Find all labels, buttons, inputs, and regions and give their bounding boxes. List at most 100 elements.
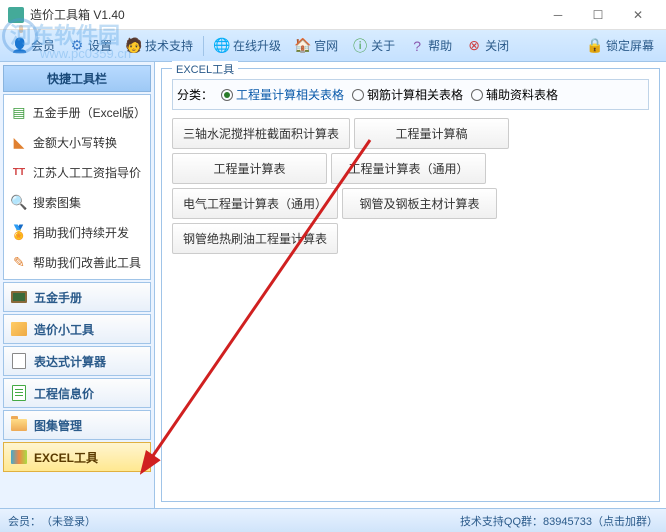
toolbar-label: 关于 — [371, 37, 395, 54]
sidebar-item-label: 帮助我们改善此工具 — [33, 254, 141, 271]
sidebar-header: 快捷工具栏 — [3, 65, 151, 92]
toolbar-close[interactable]: ⊗ 关闭 — [460, 34, 515, 57]
nav-label: 图集管理 — [34, 417, 82, 434]
nav-project-price[interactable]: 工程信息价 — [3, 378, 151, 408]
sidebar-item-label: 搜索图集 — [33, 194, 81, 211]
filter-label: 分类： — [177, 86, 213, 103]
info-icon: ⓘ — [352, 38, 368, 54]
toolbar-label: 官网 — [314, 37, 338, 54]
quick-tools-group: ▤ 五金手册（Excel版） ◣ 金额大小写转换 TT 江苏人工工资指导价 🔍 … — [3, 94, 151, 280]
sidebar-item-label: 金额大小写转换 — [33, 134, 117, 151]
board-icon — [10, 288, 28, 306]
sidebar-item-search-atlas[interactable]: 🔍 搜索图集 — [6, 187, 148, 217]
tool-button[interactable]: 工程量计算表 — [172, 153, 327, 184]
main-toolbar: 👤 会员 ⚙ 设置 🧑 技术支持 🌐 在线升级 🏠 官网 ⓘ 关于 ? 帮助 ⊗… — [0, 30, 666, 62]
toolbar-label: 锁定屏幕 — [606, 37, 654, 54]
nav-label: EXCEL工具 — [34, 449, 98, 466]
sidebar-item-donate[interactable]: 🏅 捐助我们持续开发 — [6, 217, 148, 247]
minimize-button[interactable]: ─ — [538, 1, 578, 29]
toolbar-label: 在线升级 — [233, 37, 281, 54]
filter-option-rebar[interactable]: 钢筋计算相关表格 — [352, 86, 463, 103]
close-icon: ⊗ — [466, 38, 482, 54]
ruler-icon — [10, 320, 28, 338]
sheet-icon — [10, 384, 28, 402]
gear-icon: ⚙ — [69, 38, 85, 54]
statusbar: 会员： （未登录） 技术支持QQ群：83945733（点击加群） — [0, 508, 666, 532]
tool-button[interactable]: 钢管及钢板主材计算表 — [342, 188, 497, 219]
sidebar-item-label: 江苏人工工资指导价 — [33, 164, 141, 181]
content-panel: EXCEL工具 分类： 工程量计算相关表格 钢筋计算相关表格 辅助资料表格 — [161, 68, 660, 502]
tool-button[interactable]: 工程量计算表（通用） — [331, 153, 486, 184]
nav-expression-calc[interactable]: 表达式计算器 — [3, 346, 151, 376]
toolbar-member[interactable]: 👤 会员 — [6, 34, 61, 57]
radio-icon — [221, 89, 233, 101]
support-info[interactable]: 技术支持QQ群：83945733（点击加群） — [460, 513, 658, 529]
sidebar-item-amount-convert[interactable]: ◣ 金额大小写转换 — [6, 127, 148, 157]
nav-cost-tools[interactable]: 造价小工具 — [3, 314, 151, 344]
content-area: EXCEL工具 分类： 工程量计算相关表格 钢筋计算相关表格 辅助资料表格 — [155, 62, 666, 508]
nav-label: 造价小工具 — [34, 321, 94, 338]
sidebar-nav: 五金手册 造价小工具 表达式计算器 工程信息价 图集管理 EXCEL工具 — [3, 282, 151, 474]
sidebar-item-label: 五金手册（Excel版） — [33, 104, 144, 121]
separator — [203, 36, 204, 56]
radio-label: 工程量计算相关表格 — [236, 86, 344, 103]
titlebar: 造价工具箱 V1.40 ─ ☐ ✕ — [0, 0, 666, 30]
help-icon: ? — [409, 38, 425, 54]
toolbar-help[interactable]: ? 帮助 — [403, 34, 458, 57]
calculator-icon — [10, 352, 28, 370]
nav-label: 五金手册 — [34, 289, 82, 306]
excel-icon — [10, 448, 28, 466]
window-controls: ─ ☐ ✕ — [538, 1, 658, 29]
main-area: 快捷工具栏 ▤ 五金手册（Excel版） ◣ 金额大小写转换 TT 江苏人工工资… — [0, 62, 666, 508]
app-icon — [8, 7, 24, 23]
maximize-button[interactable]: ☐ — [578, 1, 618, 29]
nav-excel-tools[interactable]: EXCEL工具 — [3, 442, 151, 472]
member-status: （未登录） — [41, 513, 96, 529]
person-icon: 👤 — [12, 38, 28, 54]
filter-option-auxiliary[interactable]: 辅助资料表格 — [471, 86, 558, 103]
sidebar-item-improve[interactable]: ✎ 帮助我们改善此工具 — [6, 247, 148, 277]
folder-icon — [10, 416, 28, 434]
nav-hardware-manual[interactable]: 五金手册 — [3, 282, 151, 312]
filter-row: 分类： 工程量计算相关表格 钢筋计算相关表格 辅助资料表格 — [172, 79, 649, 110]
home-icon: 🏠 — [295, 38, 311, 54]
sidebar-item-hardware-manual[interactable]: ▤ 五金手册（Excel版） — [6, 97, 148, 127]
toolbar-lock[interactable]: 🔒 锁定屏幕 — [581, 34, 660, 57]
radio-label: 钢筋计算相关表格 — [367, 86, 463, 103]
support-icon: 🧑 — [126, 38, 142, 54]
filter-option-quantity[interactable]: 工程量计算相关表格 — [221, 86, 344, 103]
toolbar-website[interactable]: 🏠 官网 — [289, 34, 344, 57]
sidebar-item-label: 捐助我们持续开发 — [33, 224, 129, 241]
toolbar-label: 帮助 — [428, 37, 452, 54]
book-icon: ▤ — [10, 103, 28, 121]
close-button[interactable]: ✕ — [618, 1, 658, 29]
tool-button[interactable]: 工程量计算稿 — [354, 118, 509, 149]
tool-button[interactable]: 三轴水泥搅拌桩截面积计算表 — [172, 118, 350, 149]
pencil-icon: ✎ — [10, 253, 28, 271]
panel-title: EXCEL工具 — [172, 61, 238, 77]
nav-atlas-manage[interactable]: 图集管理 — [3, 410, 151, 440]
sidebar-item-wage-guide[interactable]: TT 江苏人工工资指导价 — [6, 157, 148, 187]
toolbar-label: 会员 — [31, 37, 55, 54]
member-label: 会员： — [8, 513, 41, 529]
medal-icon: 🏅 — [10, 223, 28, 241]
toolbar-label: 技术支持 — [145, 37, 193, 54]
toolbar-settings[interactable]: ⚙ 设置 — [63, 34, 118, 57]
nav-label: 表达式计算器 — [34, 353, 106, 370]
radio-icon — [352, 89, 364, 101]
tool-button[interactable]: 电气工程量计算表（通用） — [172, 188, 338, 219]
toolbar-support[interactable]: 🧑 技术支持 — [120, 34, 199, 57]
lock-icon: 🔒 — [587, 38, 603, 54]
radio-label: 辅助资料表格 — [486, 86, 558, 103]
triangle-icon: ◣ — [10, 133, 28, 151]
tool-button[interactable]: 钢管绝热刷油工程量计算表 — [172, 223, 338, 254]
toolbar-label: 关闭 — [485, 37, 509, 54]
radio-icon — [471, 89, 483, 101]
toolbar-about[interactable]: ⓘ 关于 — [346, 34, 401, 57]
window-title: 造价工具箱 V1.40 — [30, 6, 538, 23]
text-icon: TT — [10, 163, 28, 181]
sidebar: 快捷工具栏 ▤ 五金手册（Excel版） ◣ 金额大小写转换 TT 江苏人工工资… — [0, 62, 155, 508]
nav-label: 工程信息价 — [34, 385, 94, 402]
toolbar-upgrade[interactable]: 🌐 在线升级 — [208, 34, 287, 57]
globe-icon: 🌐 — [214, 38, 230, 54]
